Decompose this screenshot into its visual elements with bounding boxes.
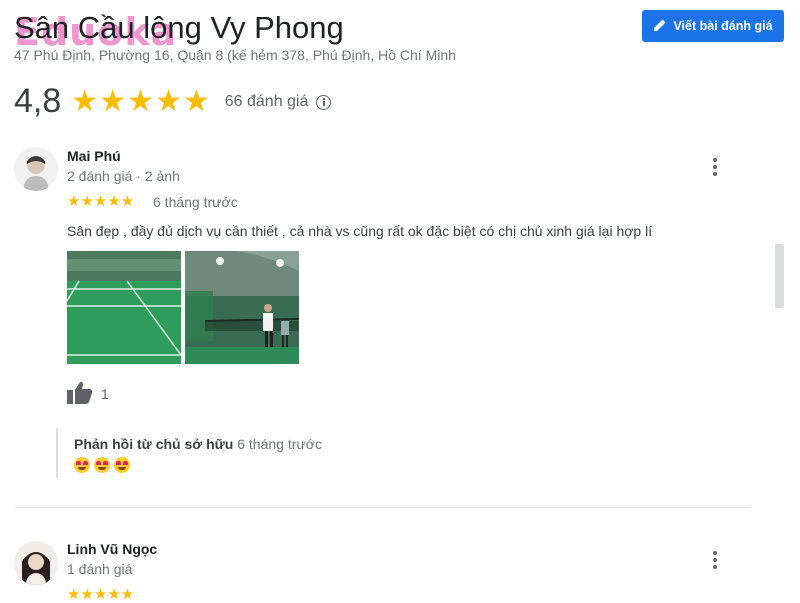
review-photo-court[interactable] [67,251,181,364]
rating-value: 4,8 [14,82,62,120]
avatar[interactable] [14,541,58,585]
like-count: 1 [101,385,109,402]
review-author-meta: 1 đánh giá [67,561,133,577]
review-photo-players[interactable] [185,251,299,364]
info-icon[interactable] [316,95,332,110]
write-review-label: Viết bài đánh giá [673,19,773,33]
rating-stars: ★★★★★ [71,85,211,118]
heart-eyes-emoji [114,457,130,473]
heart-eyes-emoji [74,457,90,473]
more-vert-icon[interactable] [713,551,717,569]
review-text: Sân đẹp , đầy đủ dịch vụ cần thiết , cả … [67,223,653,239]
avatar[interactable] [14,147,58,191]
review-author[interactable]: Linh Vũ Ngọc [67,541,157,557]
place-title: Sân Cầu lông Vy Phong [14,10,344,45]
owner-reply: Phản hồi từ chủ sở hữu 6 tháng trước [56,428,618,478]
pencil-icon [653,18,667,35]
review-author[interactable]: Mai Phú [67,148,121,164]
rating-summary: 4,8 ★★★★★ 66 đánh giá [14,82,332,121]
owner-reply-text [74,457,130,473]
heart-eyes-emoji [94,457,110,473]
more-vert-icon[interactable] [713,158,717,176]
owner-reply-header: Phản hồi từ chủ sở hữu 6 tháng trước [74,436,322,452]
write-review-button[interactable]: Viết bài đánh giá [642,10,784,42]
scrollbar-thumb[interactable] [775,244,784,308]
review-author-meta: 2 đánh giá · 2 ảnh [67,168,180,184]
thumbs-up-icon[interactable] [67,380,93,407]
review-divider [14,507,750,508]
review-stars: ★★★★★ [67,586,135,603]
owner-reply-time: 6 tháng trước [237,436,322,452]
owner-reply-label: Phản hồi từ chủ sở hữu [74,436,234,452]
review-count[interactable]: 66 đánh giá [225,93,309,111]
like-row[interactable]: 1 [67,380,109,407]
review-stars: ★★★★★ [67,193,135,210]
review-time: 6 tháng trước [153,194,238,210]
